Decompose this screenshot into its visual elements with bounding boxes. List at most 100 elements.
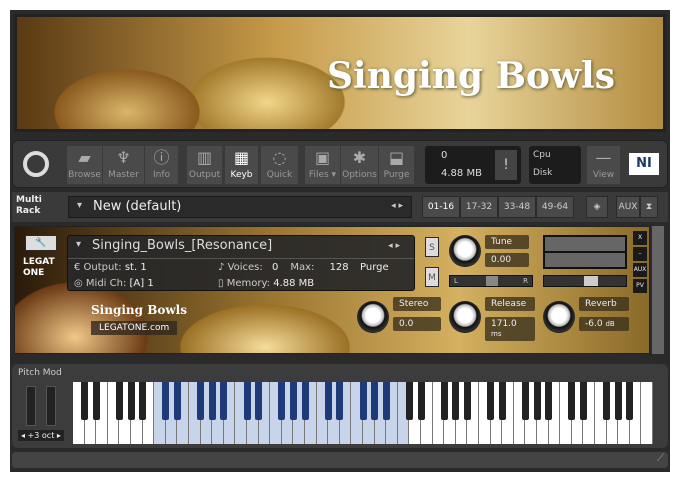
pitch-bend-wheel[interactable]	[26, 386, 36, 426]
voices-memory-display: 0 4.88 MB !	[425, 146, 521, 184]
black-key[interactable]	[417, 382, 425, 420]
black-key[interactable]	[289, 382, 297, 420]
black-key[interactable]	[278, 382, 286, 420]
black-key[interactable]	[301, 382, 309, 420]
instrument-nav-icon[interactable]: ◈	[586, 196, 608, 218]
preset-selector[interactable]: ▾ New (default) ◂ ▸	[68, 196, 412, 218]
black-key[interactable]	[463, 382, 471, 420]
options-button[interactable]: ✱ Options	[341, 146, 379, 184]
black-key[interactable]	[208, 382, 216, 420]
white-key[interactable]	[641, 382, 653, 444]
rack-scrollbar[interactable]	[652, 226, 664, 354]
master-button[interactable]: ♆ Master	[103, 146, 145, 184]
piano-keyboard[interactable]	[73, 382, 653, 444]
prev-next-arrows-icon[interactable]: ◂ ▸	[391, 201, 403, 211]
quick-button[interactable]: ◌ Quick	[261, 146, 299, 184]
alert-button[interactable]: !	[495, 150, 517, 180]
solo-button[interactable]: S	[425, 237, 439, 257]
reverb-value[interactable]: -6.0 dB	[579, 317, 629, 331]
preset-name: New (default)	[93, 199, 182, 214]
black-key[interactable]	[197, 382, 205, 420]
release-knob[interactable]	[449, 301, 481, 333]
black-key[interactable]	[405, 382, 413, 420]
aux-button[interactable]: AUX	[616, 196, 640, 218]
black-key[interactable]	[382, 382, 390, 420]
black-key[interactable]	[127, 382, 135, 420]
black-key[interactable]	[220, 382, 228, 420]
black-key[interactable]	[521, 382, 529, 420]
midi-channel-field[interactable]: ◎ Midi Ch: [A] 1	[74, 278, 154, 289]
files-button[interactable]: ▣ Files ▾	[305, 146, 341, 184]
info-button[interactable]: ⓘ Info	[145, 146, 179, 184]
black-key[interactable]	[568, 382, 576, 420]
stereo-knob[interactable]	[357, 301, 389, 333]
black-key[interactable]	[440, 382, 448, 420]
main-toolbar: ▰ Browse ♆ Master ⓘ Info ▥ Output ▦ Keyb ◌ Quick ▣ Fi…	[12, 140, 668, 188]
resize-grip-icon[interactable]: ⟋	[657, 453, 664, 464]
output-field[interactable]: € Output: st. 1	[74, 262, 147, 273]
rack-page-33-48[interactable]: 33-48	[498, 196, 536, 218]
minus-icon: —	[595, 148, 612, 167]
banner-title: Singing Bowls	[327, 55, 615, 97]
dropdown-arrow-icon[interactable]: ▾	[76, 239, 81, 250]
black-key[interactable]	[452, 382, 460, 420]
prev-next-arrows-icon[interactable]: ◂ ▸	[388, 241, 400, 251]
rack-page-01-16[interactable]: 01-16	[422, 196, 460, 218]
rack-page-49-64[interactable]: 49-64	[536, 196, 574, 218]
side-button-1[interactable]: –	[633, 247, 647, 261]
pan-slider[interactable]: LR	[449, 275, 533, 287]
info-icon: ⓘ	[153, 148, 170, 167]
purge-button[interactable]: ⬓ Purge	[379, 146, 415, 184]
black-key[interactable]	[243, 382, 251, 420]
website-link[interactable]: LEGATONE.com	[91, 321, 178, 335]
volume-slider[interactable]	[543, 275, 627, 287]
black-key[interactable]	[579, 382, 587, 420]
side-button-2[interactable]: AUX	[633, 263, 647, 277]
black-key[interactable]	[162, 382, 170, 420]
browse-button[interactable]: ▰ Browse	[67, 146, 103, 184]
mute-button[interactable]: M	[425, 267, 439, 287]
black-key[interactable]	[255, 382, 263, 420]
release-value[interactable]: 171.0 ms	[485, 317, 535, 341]
black-key[interactable]	[173, 382, 181, 420]
black-key[interactable]	[603, 382, 611, 420]
black-key[interactable]	[359, 382, 367, 420]
ring-icon: ◌	[272, 148, 287, 167]
reverb-knob[interactable]	[543, 301, 575, 333]
output-button[interactable]: ▥ Output	[187, 146, 223, 184]
black-key[interactable]	[498, 382, 506, 420]
side-button-0[interactable]: X	[633, 231, 647, 245]
black-key[interactable]	[92, 382, 100, 420]
disk-label: Disk	[533, 168, 553, 178]
stereo-value[interactable]: 0.0	[393, 317, 441, 331]
black-key[interactable]	[324, 382, 332, 420]
black-key[interactable]	[139, 382, 147, 420]
pitch-mod-label: Pitch Mod	[18, 368, 62, 378]
black-key[interactable]	[626, 382, 634, 420]
metronome-icon: ♆	[116, 148, 131, 167]
purge-dropdown[interactable]: Purge	[360, 262, 389, 273]
black-key[interactable]	[115, 382, 123, 420]
collapse-button[interactable]: ⧗	[640, 196, 658, 218]
black-key[interactable]	[81, 382, 89, 420]
gear-icon: ✱	[352, 148, 367, 167]
multi-rack-bar: Multi Rack ▾ New (default) ◂ ▸ 01-16 17-32…	[12, 192, 668, 222]
black-key[interactable]	[336, 382, 344, 420]
kontakt-logo-icon[interactable]	[23, 151, 49, 177]
black-key[interactable]	[371, 382, 379, 420]
black-key[interactable]	[545, 382, 553, 420]
black-key[interactable]	[614, 382, 622, 420]
tune-value[interactable]: 0.00	[485, 253, 529, 267]
view-button[interactable]: — View	[587, 146, 621, 184]
side-button-3[interactable]: PV	[633, 279, 647, 293]
floppy-icon: ▣	[314, 148, 331, 167]
tune-knob[interactable]	[449, 235, 481, 267]
black-key[interactable]	[533, 382, 541, 420]
mod-wheel[interactable]	[46, 386, 56, 426]
black-key[interactable]	[487, 382, 495, 420]
rack-page-17-32[interactable]: 17-32	[460, 196, 498, 218]
instrument-name[interactable]: Singing_Bowls_[Resonance]	[92, 238, 272, 253]
keyb-button[interactable]: ▦ Keyb	[225, 146, 259, 184]
wrench-icon[interactable]: 🔧	[25, 235, 57, 251]
octave-shift-control[interactable]: ◂ +3 oct ▸	[18, 430, 64, 441]
